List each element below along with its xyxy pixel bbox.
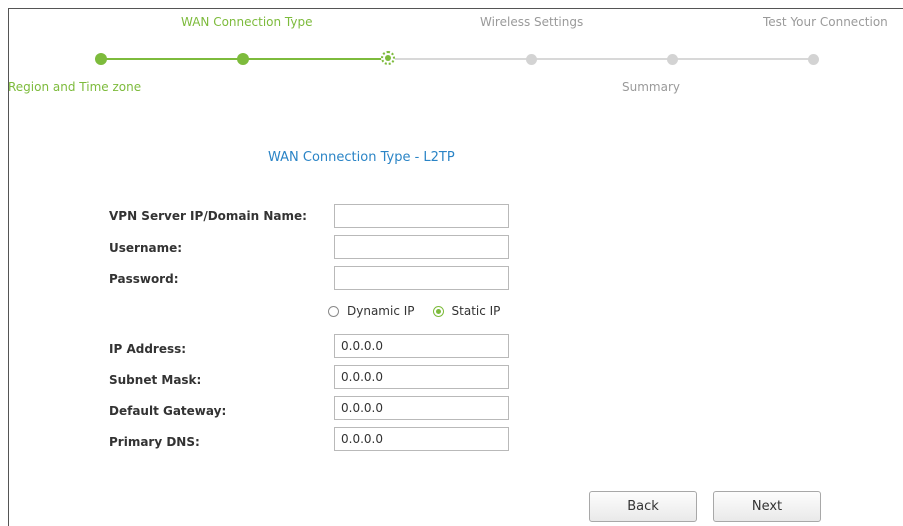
default-gateway-label: Default Gateway: — [109, 404, 227, 418]
default-gateway-input[interactable] — [334, 396, 509, 420]
step-label-wireless-settings: Wireless Settings — [480, 15, 584, 29]
ip-address-input[interactable] — [334, 334, 509, 358]
password-label: Password: — [109, 272, 179, 286]
step-dot-summary — [667, 54, 678, 65]
subnet-mask-input[interactable] — [334, 365, 509, 389]
password-input[interactable] — [334, 266, 509, 290]
vpn-server-label: VPN Server IP/Domain Name: — [109, 209, 307, 223]
progress-track-pending — [388, 58, 814, 60]
static-ip-label[interactable]: Static IP — [452, 304, 501, 318]
vpn-server-input[interactable] — [334, 204, 509, 228]
step-label-summary: Summary — [622, 80, 680, 94]
username-label: Username: — [109, 241, 183, 255]
step-dot-test — [808, 54, 819, 65]
ip-mode-radio-group: Dynamic IP Static IP — [328, 303, 518, 319]
step-dot-current — [381, 51, 395, 65]
primary-dns-input[interactable] — [334, 427, 509, 451]
username-input[interactable] — [334, 235, 509, 259]
next-button[interactable]: Next — [713, 491, 821, 522]
ip-address-label: IP Address: — [109, 342, 187, 356]
step-label-test-connection: Test Your Connection — [763, 15, 888, 29]
back-button[interactable]: Back — [589, 491, 697, 522]
primary-dns-label: Primary DNS: — [109, 435, 200, 449]
dynamic-ip-label[interactable]: Dynamic IP — [347, 304, 415, 318]
step-label-region-time-zone: Region and Time zone — [8, 80, 142, 94]
step-dot-wireless — [526, 54, 537, 65]
step-dot-region — [95, 53, 107, 65]
step-dot-wan-type — [237, 53, 249, 65]
step-label-wan-connection-type: WAN Connection Type — [181, 15, 313, 29]
dynamic-ip-radio[interactable] — [328, 305, 339, 317]
form-title: WAN Connection Type - L2TP — [268, 150, 455, 165]
static-ip-radio[interactable] — [432, 305, 444, 317]
subnet-mask-label: Subnet Mask: — [109, 373, 202, 387]
